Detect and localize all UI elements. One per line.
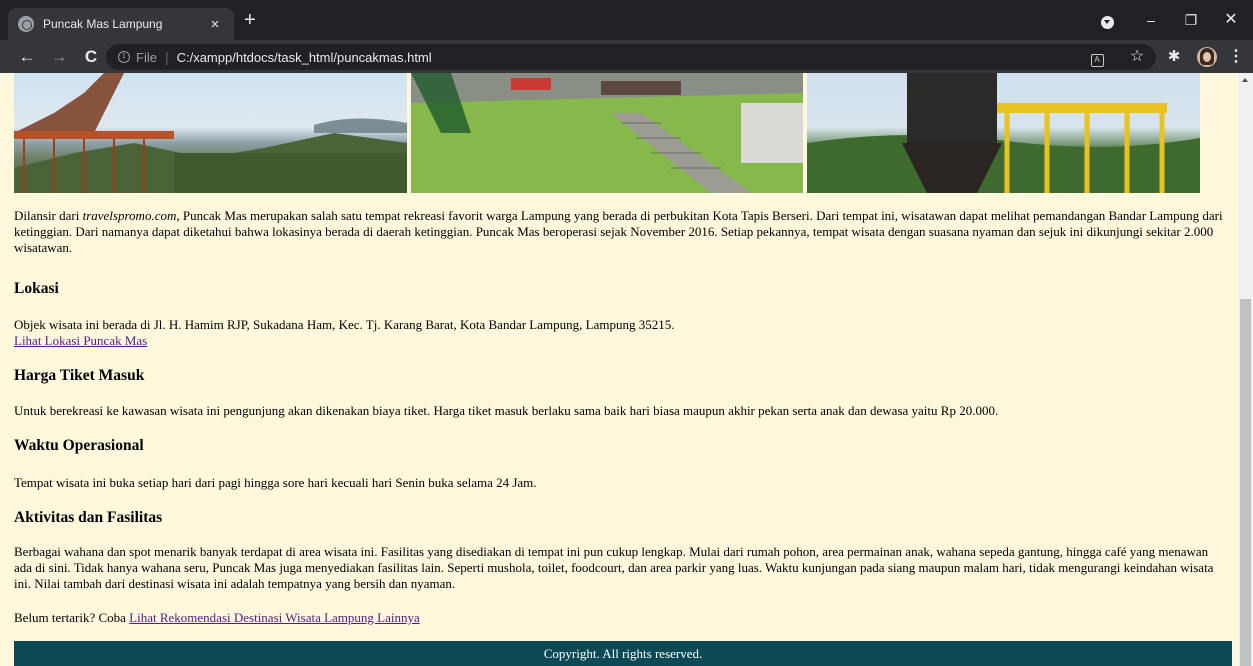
aktivitas-text: Berbagai wahana dan spot menarik banyak … [14, 544, 1214, 591]
browser-tab[interactable]: Puncak Mas Lampung × [8, 8, 234, 40]
lokasi-text: Objek wisata ini berada di Jl. H. Hamim … [14, 317, 675, 332]
star-icon[interactable]: ☆ [1128, 48, 1146, 66]
page-viewport: Dilansir dari travelspromo.com, Puncak M… [0, 73, 1253, 666]
url-scheme: File [136, 49, 157, 65]
plus-icon[interactable]: + [244, 10, 256, 30]
tab-strip: Puncak Mas Lampung × + – ❐ ✕ [0, 0, 1253, 40]
tiket-heading: Harga Tiket Masuk [14, 367, 145, 384]
scrollbar-thumb[interactable] [1240, 299, 1251, 666]
reload-icon[interactable]: C [80, 46, 102, 68]
lokasi-heading: Lokasi [14, 280, 59, 297]
avatar[interactable] [1197, 47, 1217, 67]
close-icon[interactable]: × [206, 16, 224, 33]
tiket-text: Untuk berekreasi ke kawasan wisata ini p… [14, 403, 999, 418]
minimize-icon[interactable]: – [1131, 8, 1171, 32]
gallery-photo [411, 73, 803, 193]
source-name: travelspromo.com [82, 208, 177, 223]
gallery-photo [807, 73, 1200, 193]
tab-search-icon[interactable] [1101, 16, 1114, 29]
back-icon[interactable]: ← [16, 46, 38, 68]
restore-icon[interactable]: ❐ [1171, 8, 1211, 32]
window-close-icon[interactable]: ✕ [1211, 8, 1251, 32]
lokasi-link[interactable]: Lihat Lokasi Puncak Mas [14, 333, 147, 348]
address-bar[interactable]: i File | C:/xampp/htdocs/task_html/punca… [106, 44, 1156, 70]
page-footer: Copyright. All rights reserved. [14, 641, 1232, 666]
scrollbar[interactable] [1238, 73, 1253, 666]
forward-icon[interactable]: → [48, 46, 70, 68]
menu-icon[interactable]: ⋮ [1227, 48, 1245, 66]
browser-toolbar: ← → C i File | C:/xampp/htdocs/task_html… [0, 40, 1253, 73]
intro-paragraph: Dilansir dari travelspromo.com, Puncak M… [14, 208, 1224, 256]
tab-title: Puncak Mas Lampung [43, 17, 163, 31]
cta-text: Belum tertarik? Coba [14, 610, 130, 625]
cta-paragraph: Belum tertarik? Coba Lihat Rekomendasi D… [14, 610, 1224, 626]
scroll-up-arrow-icon[interactable] [1242, 78, 1248, 82]
puzzle-icon[interactable]: ✱ [1165, 48, 1183, 66]
aktivitas-heading: Aktivitas dan Fasilitas [14, 509, 163, 526]
intro-text-rest: , Puncak Mas merupakan salah satu tempat… [14, 208, 1223, 255]
translate-icon[interactable]: A [1088, 48, 1106, 67]
photo-gallery [14, 73, 1200, 193]
gallery-photo [14, 73, 407, 193]
url-text[interactable]: C:/xampp/htdocs/task_html/puncakmas.html [177, 50, 432, 65]
lokasi-paragraph: Objek wisata ini berada di Jl. H. Hamim … [14, 317, 1224, 349]
intro-text-start: Dilansir dari [14, 208, 83, 223]
recommendation-link[interactable]: Lihat Rekomendasi Destinasi Wisata Lampu… [129, 610, 420, 625]
waktu-heading: Waktu Operasional [14, 437, 144, 454]
globe-icon [18, 16, 34, 32]
info-icon[interactable]: i [118, 51, 130, 63]
url-separator: | [164, 49, 169, 65]
waktu-text: Tempat wisata ini buka setiap hari dari … [14, 475, 537, 490]
